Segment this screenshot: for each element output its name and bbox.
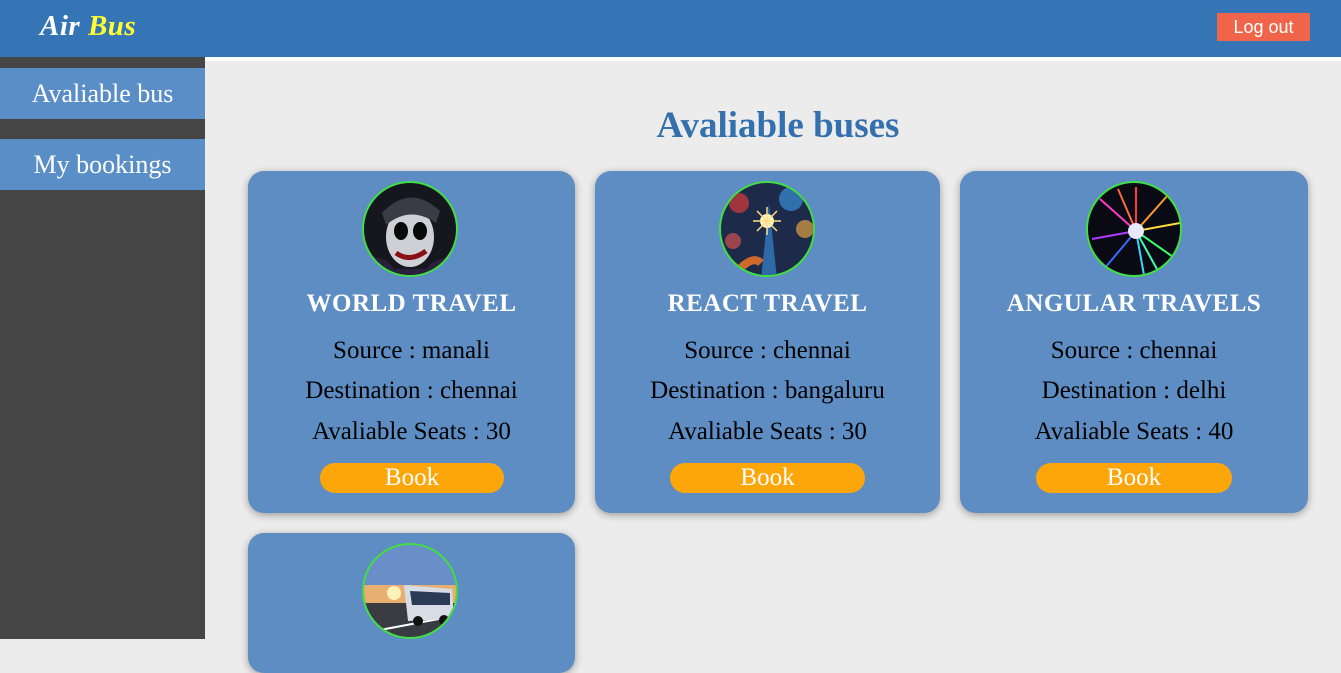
bus-name: ANGULAR TRAVELS — [1006, 290, 1262, 317]
bus-destination: Destination : delhi — [1041, 377, 1227, 404]
bus-name: REACT TRAVEL — [667, 290, 868, 317]
header-divider — [205, 57, 1341, 61]
bus-card: REACT TRAVEL Source : chennai Destinatio… — [595, 171, 940, 513]
bus-destination: Destination : bangaluru — [650, 377, 885, 404]
page-title: Avaliable buses — [656, 105, 900, 146]
bus-source: Source : chennai — [1050, 337, 1218, 364]
book-button[interactable]: Book — [670, 463, 865, 493]
bus-avatar-image — [362, 543, 458, 639]
sidebar: Avaliable bus My bookings — [0, 57, 205, 639]
sidebar-item-my-bookings[interactable]: My bookings — [0, 139, 205, 190]
bus-avatar-image — [362, 181, 458, 277]
brand-text-air: Air — [40, 10, 81, 42]
brand-logo[interactable]: Air Bus — [40, 10, 136, 43]
book-button[interactable]: Book — [320, 463, 504, 493]
bus-avatar-image — [719, 181, 815, 277]
bus-seats: Avaliable Seats : 30 — [668, 418, 867, 445]
bus-name: WORLD TRAVEL — [306, 290, 517, 317]
bus-card — [248, 533, 575, 673]
bus-card: ANGULAR TRAVELS Source : chennai Destina… — [960, 171, 1308, 513]
bus-source: Source : chennai — [684, 337, 851, 364]
bus-card: WORLD TRAVEL Source : manali Destination… — [248, 171, 575, 513]
book-button[interactable]: Book — [1036, 463, 1232, 493]
bus-avatar-image — [1086, 181, 1182, 277]
bus-source: Source : manali — [333, 337, 490, 364]
bus-destination: Destination : chennai — [305, 377, 518, 404]
logout-button[interactable]: Log out — [1217, 13, 1310, 41]
bus-seats: Avaliable Seats : 40 — [1034, 418, 1234, 445]
top-navbar: Air Bus Log out — [0, 0, 1341, 57]
sidebar-item-available-bus[interactable]: Avaliable bus — [0, 68, 205, 119]
bus-seats: Avaliable Seats : 30 — [312, 418, 511, 445]
brand-text-bus: Bus — [87, 10, 137, 42]
